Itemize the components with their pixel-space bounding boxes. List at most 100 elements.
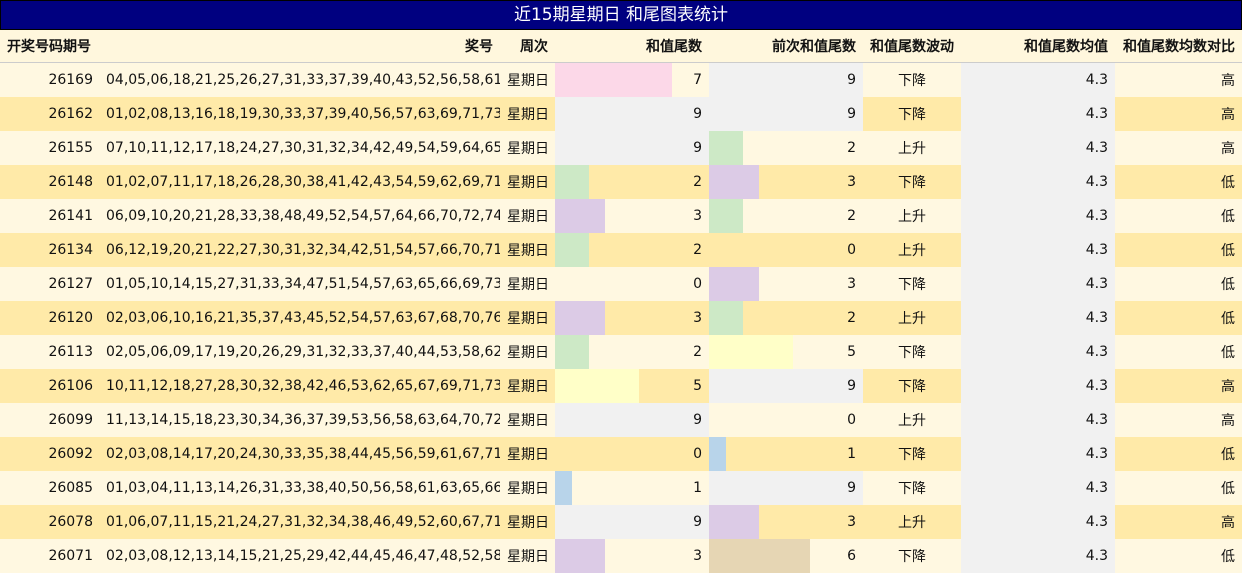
cell-weekday: 星期日: [500, 97, 555, 131]
table-row: 26141 06,09,10,20,21,28,33,38,48,49,52,54…: [0, 199, 1242, 233]
cell-tail-value: 3: [693, 310, 702, 326]
cell-trend: 上升: [863, 199, 961, 233]
table-row: 26169 04,05,06,18,21,25,26,27,31,33,37,39…: [0, 62, 1242, 97]
cell-prev-tail-value: 5: [847, 344, 856, 360]
table-row: 26120 02,03,06,10,16,21,35,37,43,45,52,54…: [0, 301, 1242, 335]
cell-prev-tail-value: 2: [847, 140, 856, 156]
cell-prev-tail: 3: [709, 505, 863, 539]
cell-prev-tail: 9: [709, 97, 863, 131]
cell-prev-tail-value: 1: [847, 446, 856, 462]
cell-trend: 下降: [863, 471, 961, 505]
cell-compare: 高: [1115, 131, 1242, 165]
cell-period: 26169: [0, 62, 100, 97]
cell-tail-value: 3: [693, 548, 702, 564]
cell-prev-tail: 3: [709, 165, 863, 199]
header-compare: 和值尾数均数对比: [1115, 30, 1242, 63]
cell-tail-value: 3: [693, 208, 702, 224]
cell-period: 26106: [0, 369, 100, 403]
cell-prev-tail-value: 2: [847, 310, 856, 326]
cell-prev-tail: 2: [709, 131, 863, 165]
cell-prev-tail-value: 0: [847, 242, 856, 258]
cell-weekday: 星期日: [500, 199, 555, 233]
cell-prev-tail: 1: [709, 437, 863, 471]
cell-prev-tail: 2: [709, 301, 863, 335]
cell-numbers: 01,02,07,11,17,18,26,28,30,38,41,42,43,5…: [100, 165, 500, 199]
cell-tail-value: 5: [693, 378, 702, 394]
cell-weekday: 星期日: [500, 369, 555, 403]
cell-tail-value: 1: [693, 480, 702, 496]
cell-compare: 低: [1115, 335, 1242, 369]
header-period: 开奖号码期号: [0, 30, 100, 63]
cell-trend: 上升: [863, 505, 961, 539]
header-prev-tail: 前次和值尾数: [709, 30, 863, 63]
cell-avg: 4.3: [961, 437, 1115, 471]
cell-numbers: 02,03,08,14,17,20,24,30,33,35,38,44,45,5…: [100, 437, 500, 471]
cell-avg: 4.3: [961, 62, 1115, 97]
cell-tail: 5: [555, 369, 709, 403]
cell-tail-value: 0: [693, 276, 702, 292]
cell-compare: 低: [1115, 165, 1242, 199]
cell-weekday: 星期日: [500, 233, 555, 267]
cell-prev-tail-value: 9: [847, 378, 856, 394]
cell-period: 26078: [0, 505, 100, 539]
table-row: 26134 06,12,19,20,21,22,27,30,31,32,34,42…: [0, 233, 1242, 267]
cell-trend: 下降: [863, 62, 961, 97]
cell-avg: 4.3: [961, 335, 1115, 369]
cell-period: 26162: [0, 97, 100, 131]
cell-period: 26099: [0, 403, 100, 437]
table-row: 26071 02,03,08,12,13,14,15,21,25,29,42,44…: [0, 539, 1242, 573]
cell-tail: 9: [555, 403, 709, 437]
cell-numbers: 02,03,08,12,13,14,15,21,25,29,42,44,45,4…: [100, 539, 500, 573]
cell-period: 26148: [0, 165, 100, 199]
cell-avg: 4.3: [961, 403, 1115, 437]
cell-prev-tail: 0: [709, 403, 863, 437]
cell-prev-tail-value: 3: [847, 276, 856, 292]
cell-numbers: 01,06,07,11,15,21,24,27,31,32,34,38,46,4…: [100, 505, 500, 539]
cell-prev-tail-value: 9: [847, 72, 856, 88]
cell-avg: 4.3: [961, 471, 1115, 505]
cell-prev-tail: 9: [709, 62, 863, 97]
cell-avg: 4.3: [961, 539, 1115, 573]
page-title: 近15期星期日 和尾图表统计: [0, 0, 1242, 30]
cell-period: 26120: [0, 301, 100, 335]
cell-prev-tail-value: 3: [847, 514, 856, 530]
cell-avg: 4.3: [961, 233, 1115, 267]
cell-numbers: 06,09,10,20,21,28,33,38,48,49,52,54,57,6…: [100, 199, 500, 233]
cell-tail-value: 7: [693, 72, 702, 88]
cell-trend: 下降: [863, 165, 961, 199]
cell-prev-tail: 6: [709, 539, 863, 573]
cell-tail: 0: [555, 437, 709, 471]
cell-tail: 1: [555, 471, 709, 505]
stats-table: 开奖号码期号 奖号 周次 和值尾数 前次和值尾数 和值尾数波动 和值尾数均值 和…: [0, 30, 1242, 573]
cell-weekday: 星期日: [500, 471, 555, 505]
cell-tail: 2: [555, 165, 709, 199]
table-row: 26099 11,13,14,15,18,23,30,34,36,37,39,53…: [0, 403, 1242, 437]
cell-prev-tail-value: 6: [847, 548, 856, 564]
cell-prev-tail-value: 2: [847, 208, 856, 224]
cell-period: 26092: [0, 437, 100, 471]
cell-prev-tail-value: 9: [847, 480, 856, 496]
cell-numbers: 06,12,19,20,21,22,27,30,31,32,34,42,51,5…: [100, 233, 500, 267]
cell-tail-value: 9: [693, 106, 702, 122]
cell-compare: 高: [1115, 62, 1242, 97]
cell-compare: 高: [1115, 403, 1242, 437]
header-row: 开奖号码期号 奖号 周次 和值尾数 前次和值尾数 和值尾数波动 和值尾数均值 和…: [0, 30, 1242, 63]
cell-weekday: 星期日: [500, 539, 555, 573]
table-row: 26078 01,06,07,11,15,21,24,27,31,32,34,38…: [0, 505, 1242, 539]
cell-tail: 3: [555, 301, 709, 335]
cell-compare: 低: [1115, 437, 1242, 471]
cell-tail-value: 9: [693, 514, 702, 530]
cell-trend: 下降: [863, 97, 961, 131]
cell-numbers: 01,03,04,11,13,14,26,31,33,38,40,50,56,5…: [100, 471, 500, 505]
cell-compare: 高: [1115, 369, 1242, 403]
cell-avg: 4.3: [961, 369, 1115, 403]
cell-prev-tail: 9: [709, 471, 863, 505]
cell-trend: 上升: [863, 233, 961, 267]
cell-weekday: 星期日: [500, 335, 555, 369]
cell-trend: 下降: [863, 335, 961, 369]
cell-avg: 4.3: [961, 199, 1115, 233]
cell-period: 26155: [0, 131, 100, 165]
cell-numbers: 02,05,06,09,17,19,20,26,29,31,32,33,37,4…: [100, 335, 500, 369]
cell-prev-tail: 9: [709, 369, 863, 403]
cell-avg: 4.3: [961, 301, 1115, 335]
